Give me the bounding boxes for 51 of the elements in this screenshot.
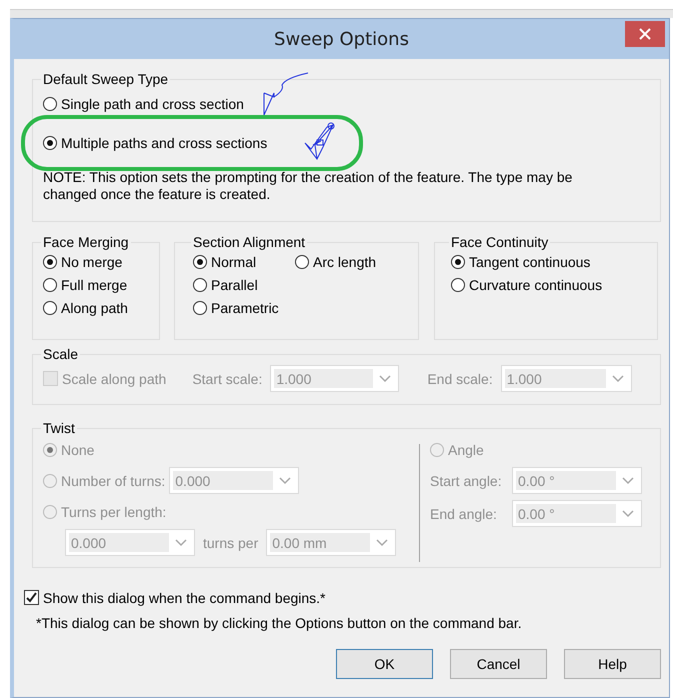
radio-button[interactable] — [43, 136, 57, 150]
option-label: Arc length — [313, 254, 376, 270]
radio-button[interactable] — [295, 254, 309, 268]
option-label: Number of turns: — [61, 472, 166, 488]
option-label: Curvature continuous — [469, 276, 602, 292]
field-label: Start scale: — [192, 370, 262, 386]
radio-button[interactable] — [193, 300, 207, 314]
footnote-text: *This dialog can be shown by clicking the Options button on the command bar. — [36, 615, 523, 631]
sweep-path-icon — [262, 71, 310, 117]
radio-button[interactable] — [193, 254, 207, 268]
radio-button[interactable] — [193, 278, 207, 292]
checkbox[interactable] — [24, 590, 39, 605]
window-title: Sweep Options — [274, 28, 409, 50]
option-label: Angle — [448, 442, 484, 458]
option-label: Show this dialog when the command begins.* — [43, 590, 326, 606]
radio-button[interactable] — [43, 97, 57, 111]
option-label: Full merge — [61, 276, 128, 292]
field-label: turns per — [203, 534, 258, 550]
group-label: Face Merging — [42, 234, 130, 250]
radio-button[interactable] — [43, 254, 57, 268]
option-label: Multiple paths and cross sections — [61, 135, 268, 151]
option-label: No merge — [61, 254, 122, 270]
dialog-button[interactable]: Help — [564, 649, 661, 679]
option-label: Turns per length: — [61, 504, 166, 520]
option-label: Parametric — [211, 300, 279, 316]
radio-button[interactable] — [43, 300, 57, 314]
field-label: Start angle: — [430, 472, 503, 488]
radio-button[interactable] — [451, 278, 465, 292]
close-button[interactable] — [625, 21, 665, 47]
sweep-solid-icon — [303, 121, 338, 161]
option-label: Scale along path — [62, 370, 166, 386]
option-label: Along path — [61, 300, 128, 316]
group-label: Scale — [42, 346, 80, 362]
option-label: Tangent continuous — [469, 254, 590, 270]
option-label: Parallel — [211, 276, 258, 292]
dialog-button[interactable]: Cancel — [450, 649, 547, 679]
close-icon — [639, 28, 651, 40]
checkmark-icon — [26, 592, 37, 603]
field-label: End scale: — [427, 370, 493, 386]
field-label: End angle: — [430, 506, 498, 522]
option-label: Single path and cross section — [61, 96, 244, 112]
dialog-button[interactable]: OK — [336, 649, 433, 679]
group-label: Section Alignment — [192, 234, 306, 250]
note-text: NOTE: This option sets the prompting for the creation of the feature. The type may be changed once the feature is created. — [43, 169, 574, 203]
radio-button[interactable] — [451, 254, 465, 268]
option-label: Normal — [211, 254, 256, 270]
group-label: Twist — [42, 420, 76, 436]
group-label: Default Sweep Type — [42, 71, 170, 87]
option-label: None — [61, 442, 94, 458]
radio-button[interactable] — [43, 278, 57, 292]
group-label: Face Continuity — [450, 234, 550, 250]
